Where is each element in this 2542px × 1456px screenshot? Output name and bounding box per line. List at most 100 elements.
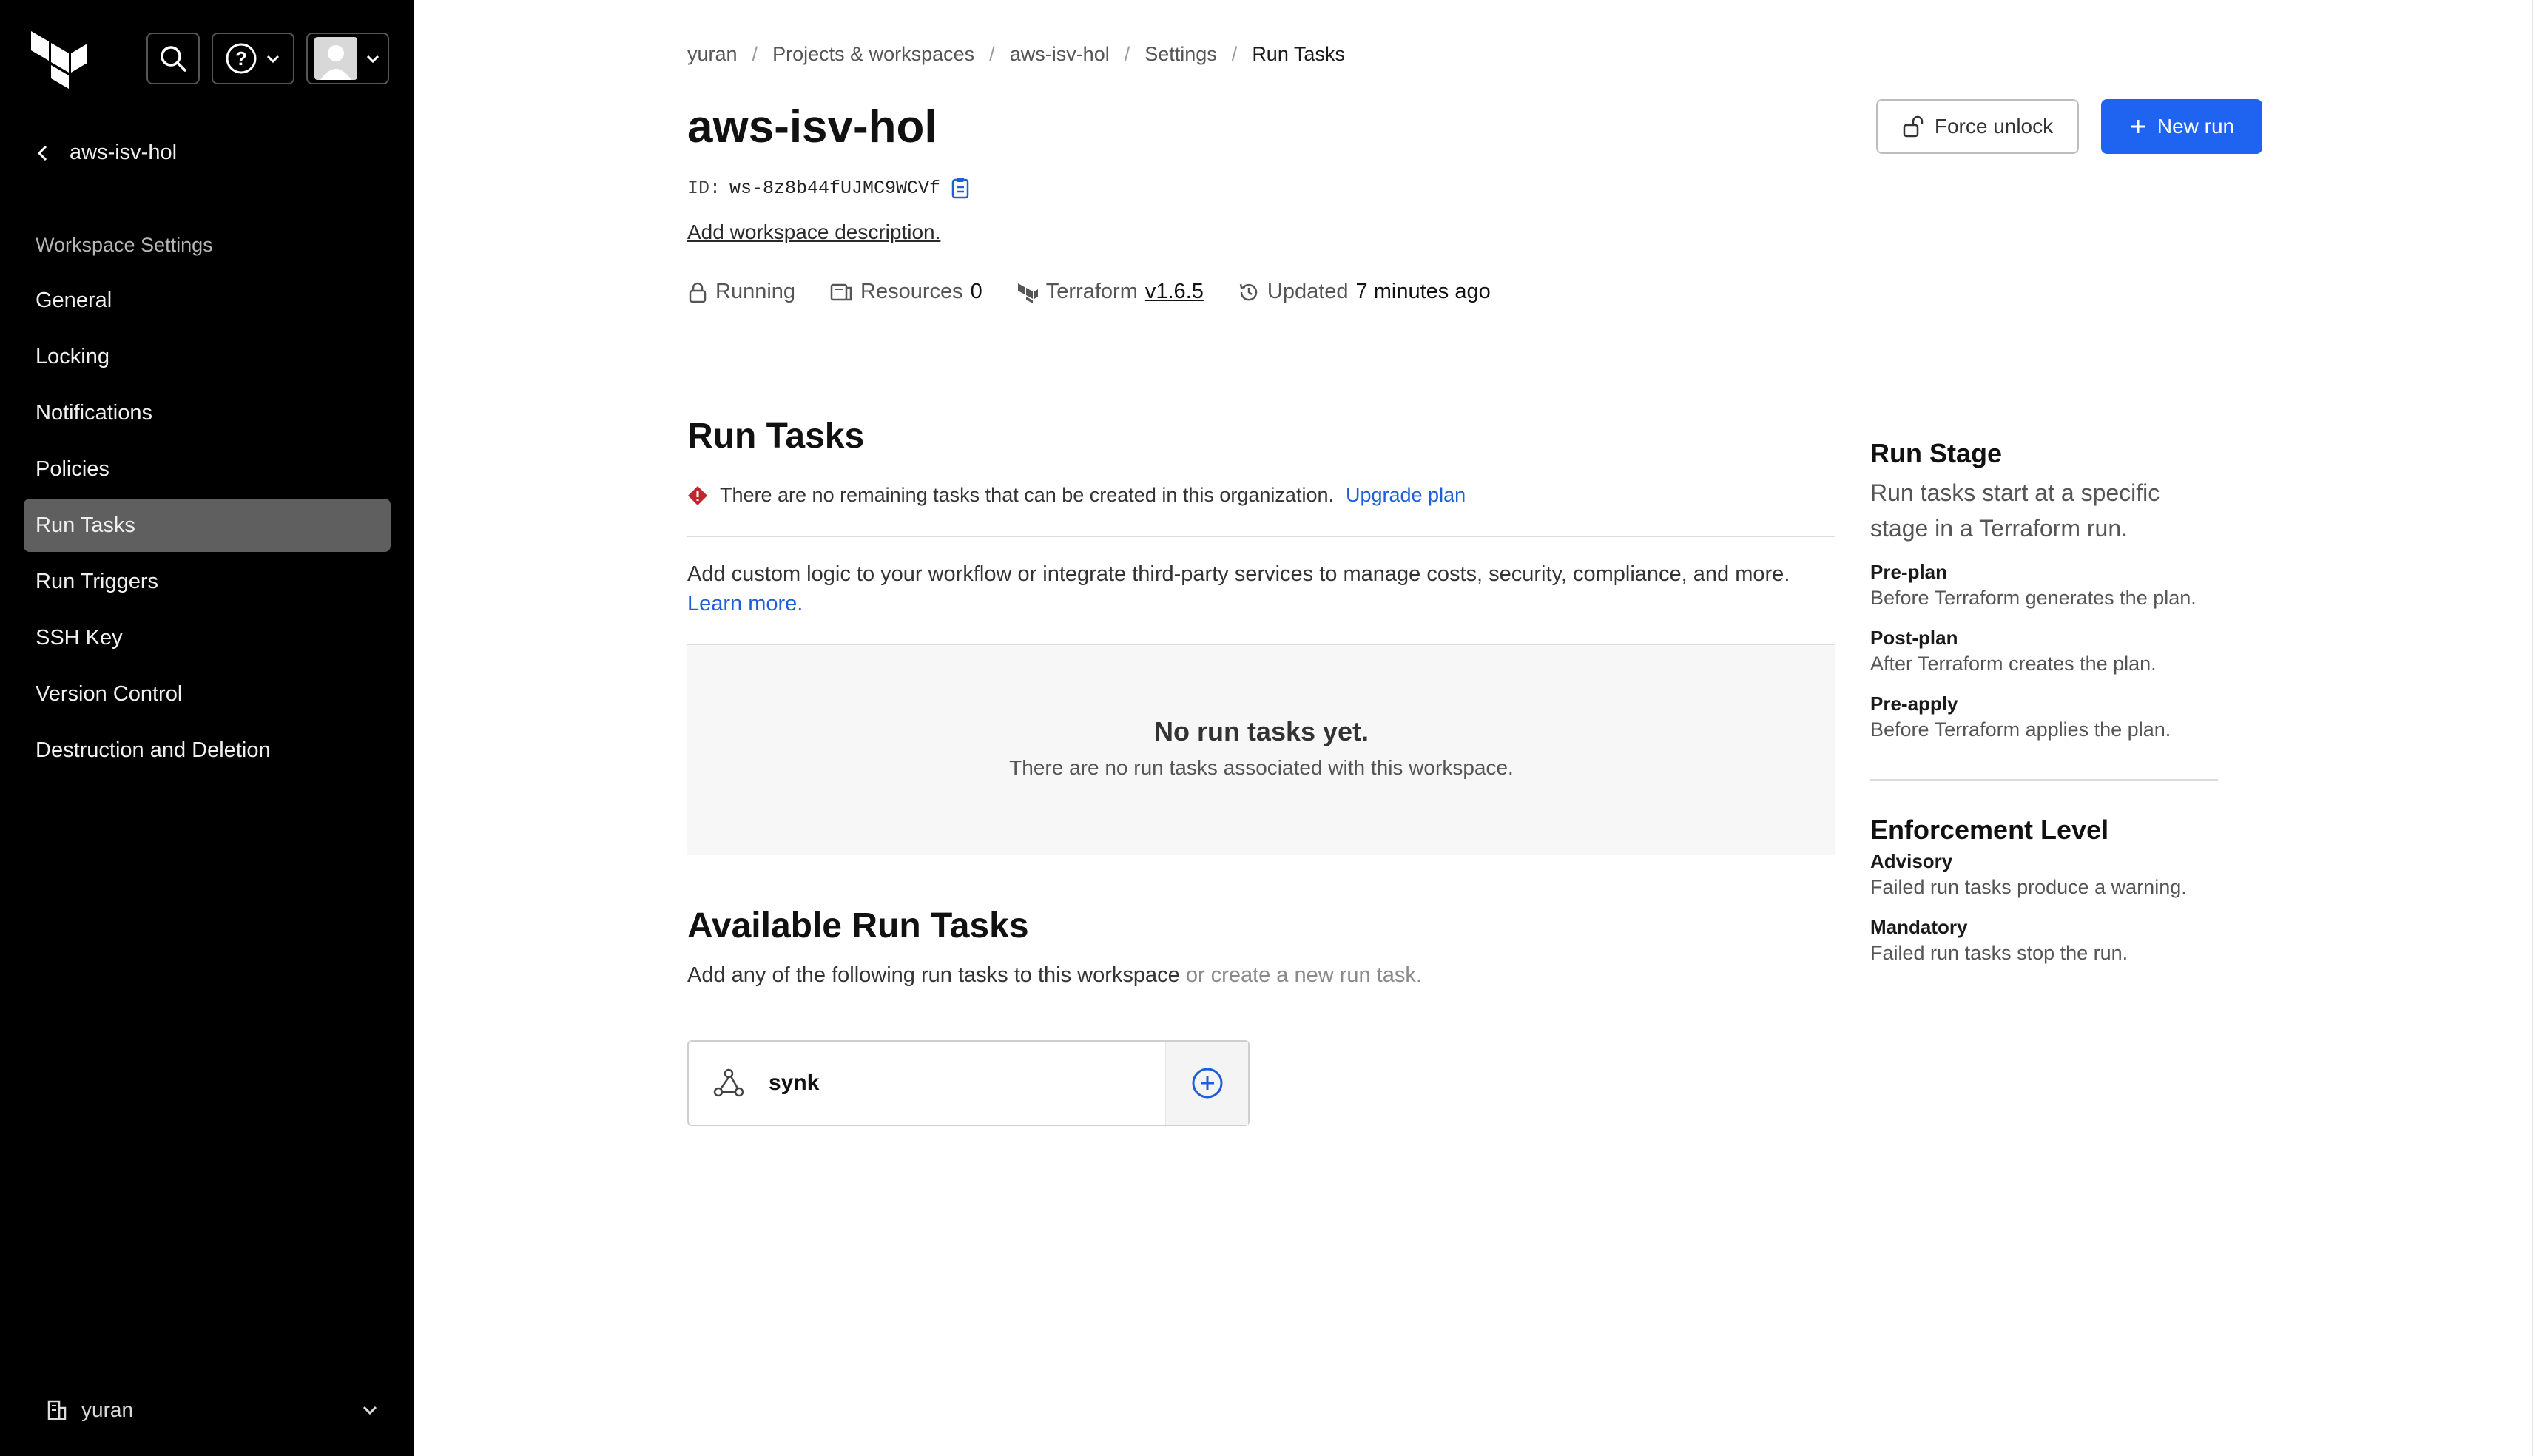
org-switcher[interactable]: yuran <box>46 1398 379 1422</box>
sidebar-item-policies[interactable]: Policies <box>24 442 391 496</box>
workspace-id: ID: ws-8z8b44fUJMC9WCVf <box>687 176 971 200</box>
force-unlock-label: Force unlock <box>1934 115 2054 138</box>
help-menu-button[interactable]: ? <box>212 33 294 84</box>
plus-circle-icon <box>1192 1068 1222 1099</box>
level-def: Failed run tasks produce a warning. <box>1870 876 2187 898</box>
sidebar-item-run-triggers[interactable]: Run Triggers <box>24 555 391 608</box>
help-panel: Run Stage Run tasks start at a specific … <box>1870 438 2218 967</box>
resources-value: 0 <box>970 280 982 303</box>
page-title: aws-isv-hol <box>687 101 937 152</box>
main-content: yuran / Projects & workspaces / aws-isv-… <box>414 0 2542 1456</box>
updated-time: Updated 7 minutes ago <box>1238 280 1491 304</box>
add-description-link[interactable]: Add workspace description. <box>687 220 940 244</box>
level-term: Mandatory <box>1870 916 1968 938</box>
svg-text:?: ? <box>235 47 247 70</box>
chevron-down-icon <box>363 1406 377 1415</box>
terraform-label: Terraform <box>1045 280 1138 303</box>
sidebar-item-general[interactable]: General <box>24 274 391 327</box>
breadcrumb-settings[interactable]: Settings <box>1144 43 1217 66</box>
empty-state: No run tasks yet. There are no run tasks… <box>687 645 1835 855</box>
status-text: Running <box>715 280 796 303</box>
force-unlock-button[interactable]: Force unlock <box>1876 99 2079 154</box>
chevron-down-icon <box>266 55 280 64</box>
sidebar-item-run-tasks[interactable]: Run Tasks <box>24 499 391 552</box>
enforcement-title: Enforcement Level <box>1870 815 2109 845</box>
sidebar: ? aws-isv-hol Workspace Settings General… <box>0 0 414 1456</box>
copy-icon[interactable] <box>949 176 971 200</box>
task-card: synk <box>687 1040 1250 1126</box>
intro-text: Add custom logic to your workflow or int… <box>687 562 1790 586</box>
lock-icon <box>689 282 707 303</box>
sidebar-item-notifications[interactable]: Notifications <box>24 386 391 439</box>
run-stage-title: Run Stage <box>1870 438 2003 468</box>
sidebar-item-locking[interactable]: Locking <box>24 330 391 383</box>
warning-icon <box>688 485 707 505</box>
task-limit-warning: There are no remaining tasks that can be… <box>687 484 1466 507</box>
breadcrumb-projects[interactable]: Projects & workspaces <box>772 43 974 66</box>
resources-label: Resources <box>860 280 963 303</box>
breadcrumb-current: Run Tasks <box>1252 43 1345 65</box>
section-label: Workspace Settings <box>36 234 213 256</box>
level-term: Advisory <box>1870 850 1953 872</box>
available-description: Add any of the following run tasks to th… <box>687 963 1422 988</box>
chevron-left-icon <box>37 145 47 161</box>
divider <box>1870 779 2218 781</box>
sidebar-item-version-control[interactable]: Version Control <box>24 667 391 721</box>
search-icon <box>161 46 186 72</box>
stage-term: Pre-apply <box>1870 692 1958 715</box>
breadcrumb: yuran / Projects & workspaces / aws-isv-… <box>687 43 1345 66</box>
search-button[interactable] <box>146 33 200 84</box>
terraform-logo[interactable] <box>31 31 87 89</box>
upgrade-plan-link[interactable]: Upgrade plan <box>1346 484 1466 507</box>
run-stage-lead: Run tasks start at a specific stage in a… <box>1870 479 2160 542</box>
unlock-icon <box>1903 115 1924 138</box>
stage-def: Before Terraform generates the plan. <box>1870 587 2197 609</box>
learn-more-link[interactable]: Learn more. <box>687 592 803 616</box>
chevron-down-icon <box>366 55 380 64</box>
stage-def: Before Terraform applies the plan. <box>1870 718 2171 741</box>
new-run-label: New run <box>2157 115 2235 138</box>
sidebar-item-destruction[interactable]: Destruction and Deletion <box>24 724 391 777</box>
create-run-task-link[interactable]: or create a new run task. <box>1186 963 1422 987</box>
level-def: Failed run tasks stop the run. <box>1870 942 2128 964</box>
available-desc-text: Add any of the following run tasks to th… <box>687 963 1180 987</box>
run-tasks-heading: Run Tasks <box>687 417 865 456</box>
breadcrumb-org[interactable]: yuran <box>687 43 738 66</box>
avatar <box>314 37 357 80</box>
empty-subtitle: There are no run tasks associated with t… <box>1009 756 1514 779</box>
breadcrumb-workspace[interactable]: aws-isv-hol <box>1010 43 1110 66</box>
account-menu-button[interactable] <box>306 33 389 84</box>
plus-icon <box>2131 120 2145 133</box>
settings-nav: General Locking Notifications Policies R… <box>24 274 391 780</box>
stage-term: Post-plan <box>1870 627 1958 649</box>
back-link-label: aws-isv-hol <box>70 141 178 164</box>
history-icon <box>1239 283 1258 300</box>
add-task-button[interactable] <box>1165 1042 1248 1125</box>
terraform-version: Terraform v1.6.5 <box>1017 280 1204 304</box>
terraform-version-link[interactable]: v1.6.5 <box>1145 280 1204 304</box>
back-to-workspace-link[interactable]: aws-isv-hol <box>36 141 177 165</box>
task-name: synk <box>769 1071 820 1095</box>
updated-value: 7 minutes ago <box>1355 280 1491 303</box>
help-icon: ? <box>226 43 257 74</box>
resources-count: Resources 0 <box>829 280 982 304</box>
id-label: ID: <box>687 177 721 199</box>
id-value: ws-8z8b44fUJMC9WCVf <box>729 177 941 199</box>
workspace-meta: Running Resources 0 Terraform v1.6.5 Upd… <box>687 280 1491 304</box>
org-name: yuran <box>81 1398 134 1421</box>
new-run-button[interactable]: New run <box>2101 99 2262 154</box>
status-running: Running <box>687 280 795 304</box>
terraform-icon <box>1017 283 1038 303</box>
sidebar-item-ssh-key[interactable]: SSH Key <box>24 611 391 664</box>
available-heading: Available Run Tasks <box>687 906 1029 946</box>
resources-icon <box>830 283 852 300</box>
scrollbar[interactable] <box>2532 0 2533 1456</box>
empty-title: No run tasks yet. <box>1153 716 1369 746</box>
webhook-icon <box>713 1068 744 1097</box>
stage-def: After Terraform creates the plan. <box>1870 653 2157 675</box>
updated-label: Updated <box>1267 280 1349 303</box>
run-tasks-intro: Add custom logic to your workflow or int… <box>687 559 1841 619</box>
building-icon <box>47 1400 67 1420</box>
warning-text: There are no remaining tasks that can be… <box>720 484 1334 506</box>
divider <box>687 536 1835 537</box>
